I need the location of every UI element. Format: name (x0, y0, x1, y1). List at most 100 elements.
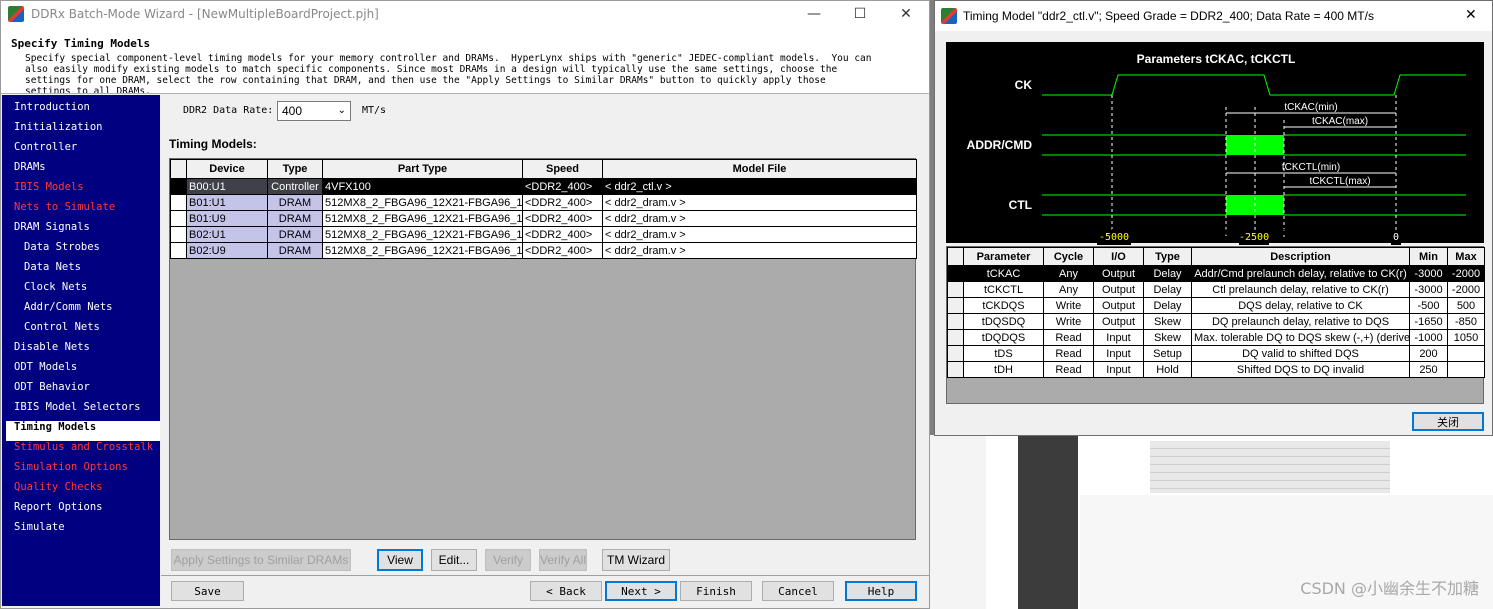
description-cell[interactable]: Max. tolerable DQ to DQS skew (-,+) (der… (1191, 329, 1410, 346)
type-cell[interactable]: Controller (267, 178, 323, 195)
params-table[interactable]: Parameter Cycle I/O Type Description Min… (946, 246, 1485, 404)
col-cycle[interactable]: Cycle (1043, 247, 1094, 266)
nav-item[interactable]: DRAMs (2, 161, 160, 181)
row-header[interactable] (170, 178, 187, 195)
io-cell[interactable]: Output (1093, 297, 1144, 314)
col-max[interactable]: Max (1447, 247, 1485, 266)
description-cell[interactable]: DQ valid to shifted DQS (1191, 345, 1410, 362)
cycle-cell[interactable]: Read (1043, 361, 1094, 378)
model-file-cell[interactable]: < ddr2_dram.v > (602, 226, 917, 243)
back-button[interactable]: < Back (530, 581, 602, 601)
col-type[interactable]: Type (1143, 247, 1192, 266)
row-header[interactable] (170, 242, 187, 259)
nav-item[interactable]: ODT Behavior (2, 381, 160, 401)
nav-item[interactable]: Control Nets (2, 321, 160, 341)
col-description[interactable]: Description (1191, 247, 1410, 266)
tm-wizard-button[interactable]: TM Wizard (602, 549, 670, 571)
timing-models-grid[interactable]: Device Type Part Type Speed Model File B… (169, 158, 917, 540)
speed-cell[interactable]: <DDR2_400> (522, 178, 603, 195)
speed-cell[interactable]: <DDR2_400> (522, 242, 603, 259)
cycle-cell[interactable]: Write (1043, 313, 1094, 330)
table-row[interactable]: B02:U9 DRAM 512MX8_2_FBGA96_12X21-FBGA96_1… (170, 242, 917, 259)
minimize-button[interactable]: — (791, 1, 837, 27)
param-row[interactable]: tCKAC Any Output Delay Addr/Cmd prelaunch de… (947, 265, 1485, 282)
close-icon[interactable]: ✕ (883, 1, 929, 27)
part-type-cell[interactable]: 512MX8_2_FBGA96_12X21-FBGA96_1 (322, 194, 523, 211)
speed-cell[interactable]: <DDR2_400> (522, 210, 603, 227)
min-cell[interactable]: -1650 (1409, 313, 1448, 330)
type-cell[interactable]: DRAM (267, 194, 323, 211)
param-name-cell[interactable]: tDS (963, 345, 1044, 362)
row-header[interactable] (947, 313, 964, 330)
type-cell[interactable]: DRAM (267, 226, 323, 243)
max-cell[interactable] (1447, 361, 1485, 378)
apply-similar-button[interactable]: Apply Settings to Similar DRAMs (171, 549, 351, 571)
dialog-close-icon[interactable]: ✕ (1465, 7, 1477, 23)
model-file-cell[interactable]: < ddr2_dram.v > (602, 210, 917, 227)
param-row[interactable]: tDQSDQ Write Output Skew DQ prelaunch delay,… (947, 313, 1485, 330)
row-header[interactable] (947, 361, 964, 378)
min-cell[interactable]: -3000 (1409, 265, 1448, 282)
nav-item[interactable]: Disable Nets (2, 341, 160, 361)
type-cell[interactable]: DRAM (267, 210, 323, 227)
nav-item[interactable]: Simulation Options (2, 461, 160, 481)
param-name-cell[interactable]: tCKCTL (963, 281, 1044, 298)
model-file-cell[interactable]: < ddr2_ctl.v > (602, 178, 917, 195)
max-cell[interactable] (1447, 345, 1485, 362)
maximize-button[interactable]: ☐ (837, 1, 883, 27)
nav-item[interactable]: Addr/Comm Nets (2, 301, 160, 321)
param-row[interactable]: tDS Read Input Setup DQ valid to shifted DQS… (947, 345, 1485, 362)
nav-item[interactable]: Clock Nets (2, 281, 160, 301)
nav-item[interactable]: Nets to Simulate (2, 201, 160, 221)
io-cell[interactable]: Input (1093, 345, 1144, 362)
max-cell[interactable]: -2000 (1447, 281, 1485, 298)
type-cell[interactable]: Skew (1143, 329, 1192, 346)
next-button[interactable]: Next > (605, 581, 677, 601)
type-cell[interactable]: Hold (1143, 361, 1192, 378)
min-cell[interactable]: -3000 (1409, 281, 1448, 298)
row-header[interactable] (947, 265, 964, 282)
nav-item[interactable]: Report Options (2, 501, 160, 521)
device-cell[interactable]: B01:U1 (186, 194, 268, 211)
verify-all-button[interactable]: Verify All (539, 549, 587, 571)
description-cell[interactable]: DQ prelaunch delay, relative to DQS (1191, 313, 1410, 330)
type-cell[interactable]: Skew (1143, 313, 1192, 330)
cycle-cell[interactable]: Any (1043, 265, 1094, 282)
io-cell[interactable]: Input (1093, 329, 1144, 346)
row-header[interactable] (947, 297, 964, 314)
param-name-cell[interactable]: tDQDQS (963, 329, 1044, 346)
cycle-cell[interactable]: Read (1043, 329, 1094, 346)
table-row[interactable]: B00:U1 Controller 4VFX100 <DDR2_400> < ddr2_… (170, 178, 917, 195)
row-header[interactable] (947, 281, 964, 298)
nav-item[interactable]: Stimulus and Crosstalk (2, 441, 160, 461)
type-cell[interactable]: Delay (1143, 265, 1192, 282)
view-button[interactable]: View (377, 549, 423, 571)
max-cell[interactable]: -2000 (1447, 265, 1485, 282)
nav-item[interactable]: IBIS Model Selectors (2, 401, 160, 421)
col-parameter[interactable]: Parameter (963, 247, 1044, 266)
part-type-cell[interactable]: 4VFX100 (322, 178, 523, 195)
speed-cell[interactable]: <DDR2_400> (522, 194, 603, 211)
description-cell[interactable]: Addr/Cmd prelaunch delay, relative to CK… (1191, 265, 1410, 282)
param-row[interactable]: tCKCTL Any Output Delay Ctl prelaunch delay,… (947, 281, 1485, 298)
type-cell[interactable]: Delay (1143, 281, 1192, 298)
param-name-cell[interactable]: tCKDQS (963, 297, 1044, 314)
table-row[interactable]: B02:U1 DRAM 512MX8_2_FBGA96_12X21-FBGA96_1… (170, 226, 917, 243)
row-header[interactable] (170, 226, 187, 243)
col-model-file[interactable]: Model File (602, 159, 917, 179)
io-cell[interactable]: Output (1093, 265, 1144, 282)
edit-button[interactable]: Edit... (431, 549, 477, 571)
io-cell[interactable]: Output (1093, 281, 1144, 298)
nav-item[interactable]: Timing Models (6, 421, 160, 441)
speed-cell[interactable]: <DDR2_400> (522, 226, 603, 243)
device-cell[interactable]: B02:U9 (186, 242, 268, 259)
col-speed[interactable]: Speed (522, 159, 603, 179)
save-button[interactable]: Save (171, 581, 244, 601)
row-header[interactable] (947, 345, 964, 362)
io-cell[interactable]: Output (1093, 313, 1144, 330)
param-name-cell[interactable]: tDQSDQ (963, 313, 1044, 330)
part-type-cell[interactable]: 512MX8_2_FBGA96_12X21-FBGA96_1 (322, 242, 523, 259)
nav-item[interactable]: ODT Models (2, 361, 160, 381)
param-row[interactable]: tDQDQS Read Input Skew Max. tolerable DQ to … (947, 329, 1485, 346)
table-row[interactable]: B01:U1 DRAM 512MX8_2_FBGA96_12X21-FBGA96_1… (170, 194, 917, 211)
